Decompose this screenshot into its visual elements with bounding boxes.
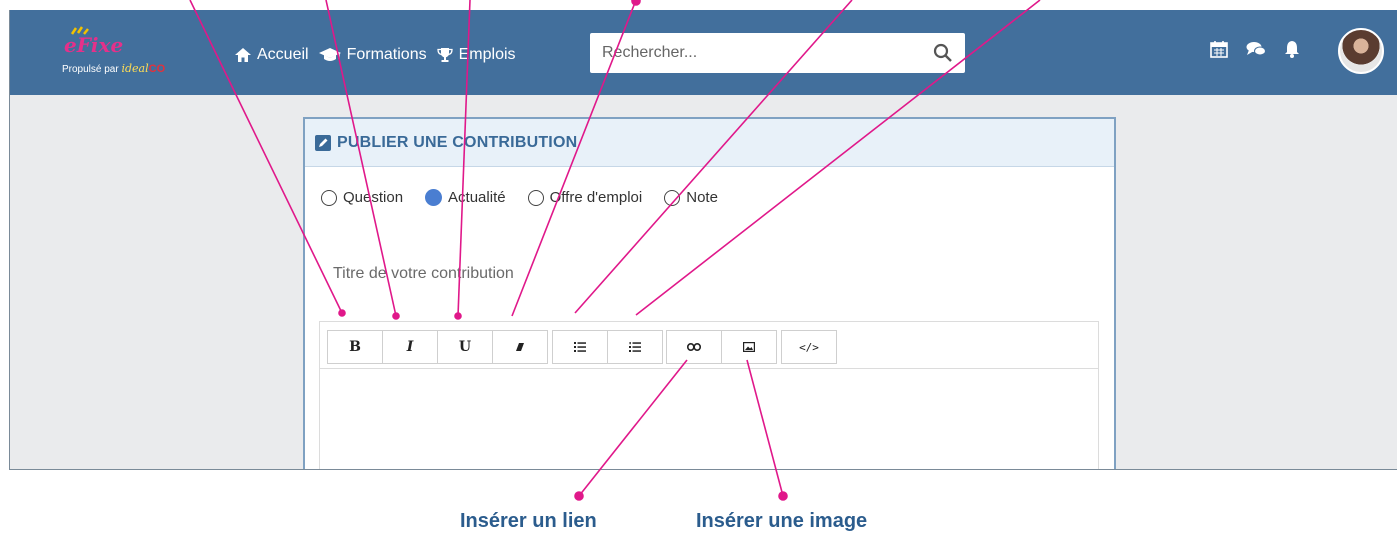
logo-brand-co: CO: [148, 63, 166, 75]
numbered-list-button[interactable]: [607, 330, 663, 364]
nav-formations[interactable]: Formations: [318, 46, 427, 64]
annotation-dot-link: [574, 491, 584, 501]
radio-actualite-dot[interactable]: [425, 189, 443, 206]
annotation-dot-image: [778, 491, 788, 501]
radio-note-dot[interactable]: [664, 189, 681, 206]
clear-format-button[interactable]: [492, 330, 548, 364]
search-input[interactable]: [590, 33, 910, 73]
bell-icon[interactable]: [1284, 40, 1300, 58]
radio-offre-emploi-dot[interactable]: [527, 189, 544, 206]
format-group: B I U: [327, 330, 548, 364]
code-view-button[interactable]: </>: [781, 330, 837, 364]
header-actions: [1210, 40, 1300, 58]
editor-content-area[interactable]: [319, 369, 1099, 469]
radio-question[interactable]: Question: [321, 189, 403, 206]
nav-emplois-label: Emplois: [458, 46, 516, 63]
insert-image-button[interactable]: [721, 330, 777, 364]
radio-note-label: Note: [686, 189, 718, 206]
numbered-list-icon: [629, 342, 641, 352]
italic-button[interactable]: I: [382, 330, 438, 364]
top-navbar: eFixe Propulsé par idealCO Accueil Forma…: [10, 10, 1397, 95]
radio-note[interactable]: Note: [664, 189, 718, 206]
image-icon: [743, 342, 755, 352]
nav-formations-label: Formations: [346, 46, 427, 63]
bold-button[interactable]: B: [327, 330, 383, 364]
annotation-dot-clear: [631, 0, 641, 6]
svg-text:eFixe: eFixe: [64, 33, 123, 56]
radio-actualite-label: Actualité: [448, 189, 506, 206]
graduation-cap-icon: [318, 48, 341, 61]
search-box: [590, 33, 965, 73]
radio-offre-emploi-label: Offre d'emploi: [549, 189, 643, 206]
edit-icon: [315, 134, 331, 151]
bullet-list-icon: [574, 342, 586, 352]
main-nav: Accueil Formations Emplois: [235, 46, 516, 64]
logo-mark: eFixe: [64, 26, 123, 56]
list-group: [552, 330, 663, 364]
logo-brand: ideal: [121, 62, 149, 75]
nav-emplois[interactable]: Emplois: [436, 46, 516, 64]
caption-insert-link: Insérer un lien: [460, 510, 597, 532]
trophy-icon: [436, 48, 453, 62]
panel-header: PUBLIER UNE CONTRIBUTION: [305, 119, 1114, 167]
editor-toolbar: B I U </>: [319, 321, 1099, 369]
radio-question-dot[interactable]: [321, 189, 337, 206]
code-group: </>: [781, 330, 837, 364]
caption-insert-image: Insérer une image: [696, 510, 868, 532]
app-screenshot: eFixe Propulsé par idealCO Accueil Forma…: [9, 10, 1397, 470]
link-icon: [687, 343, 701, 351]
avatar[interactable]: [1338, 28, 1384, 74]
contribution-panel: PUBLIER UNE CONTRIBUTION Question Actual…: [303, 117, 1116, 469]
bullet-list-button[interactable]: [552, 330, 608, 364]
home-icon: [235, 48, 251, 62]
underline-button[interactable]: U: [437, 330, 493, 364]
logo-subtitle-text: Propulsé par: [62, 64, 119, 75]
insert-group: [666, 330, 777, 364]
nav-accueil[interactable]: Accueil: [235, 46, 309, 64]
radio-question-label: Question: [343, 189, 404, 206]
contribution-title-input[interactable]: [323, 259, 1093, 289]
post-type-radios: Question Actualité Offre d'emploi Note: [321, 189, 740, 206]
insert-link-button[interactable]: [666, 330, 722, 364]
calendar-icon[interactable]: [1210, 40, 1228, 58]
radio-actualite[interactable]: Actualité: [425, 189, 506, 206]
site-logo[interactable]: eFixe Propulsé par idealCO: [62, 26, 202, 76]
panel-title: PUBLIER UNE CONTRIBUTION: [337, 133, 578, 151]
search-icon[interactable]: [933, 43, 953, 63]
eraser-icon: [516, 343, 524, 351]
chat-icon[interactable]: [1246, 41, 1266, 57]
radio-offre-emploi[interactable]: Offre d'emploi: [527, 189, 643, 206]
nav-accueil-label: Accueil: [257, 46, 309, 63]
logo-subtitle: Propulsé par idealCO: [62, 62, 165, 75]
